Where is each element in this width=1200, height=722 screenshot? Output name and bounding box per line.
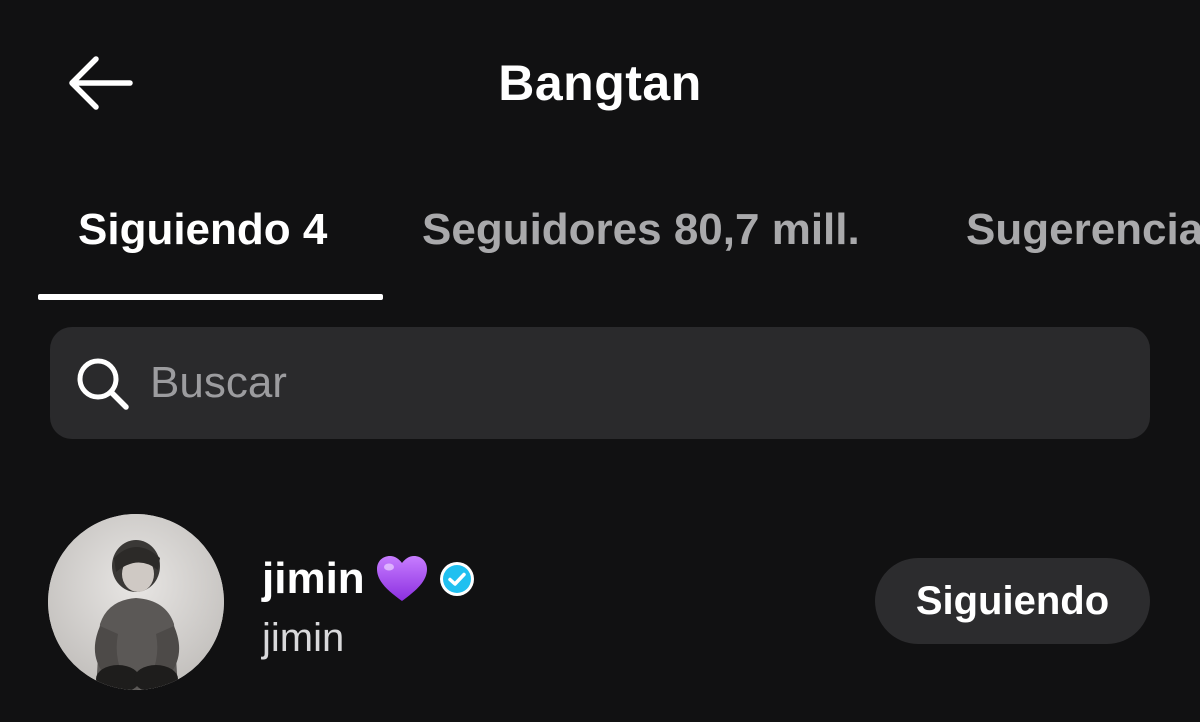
following-button[interactable]: Siguiendo xyxy=(875,558,1150,644)
tab-followers[interactable]: Seguidores 80,7 mill. xyxy=(422,205,860,255)
purple-heart-icon xyxy=(376,556,427,601)
active-tab-indicator xyxy=(38,294,383,300)
search-input[interactable] xyxy=(150,348,1050,418)
search-bar[interactable] xyxy=(50,327,1150,439)
tab-bar: Siguiendo 4 Seguidores 80,7 mill. Sugere… xyxy=(0,205,1200,305)
page-title: Bangtan xyxy=(498,55,702,111)
verified-badge-icon xyxy=(439,562,474,596)
list-item[interactable]: jimin jimin Siguiendo xyxy=(0,510,1200,694)
tab-following[interactable]: Siguiendo 4 xyxy=(78,205,327,255)
tab-suggestions[interactable]: Sugerencia xyxy=(966,205,1200,255)
user-name-line: jimin xyxy=(262,554,475,604)
search-icon xyxy=(72,353,132,413)
avatar[interactable] xyxy=(48,514,224,690)
user-handle: jimin xyxy=(262,616,345,660)
followers-screen: Bangtan Siguiendo 4 Seguidores 80,7 mill… xyxy=(0,0,1200,722)
user-name[interactable]: jimin xyxy=(262,554,365,604)
